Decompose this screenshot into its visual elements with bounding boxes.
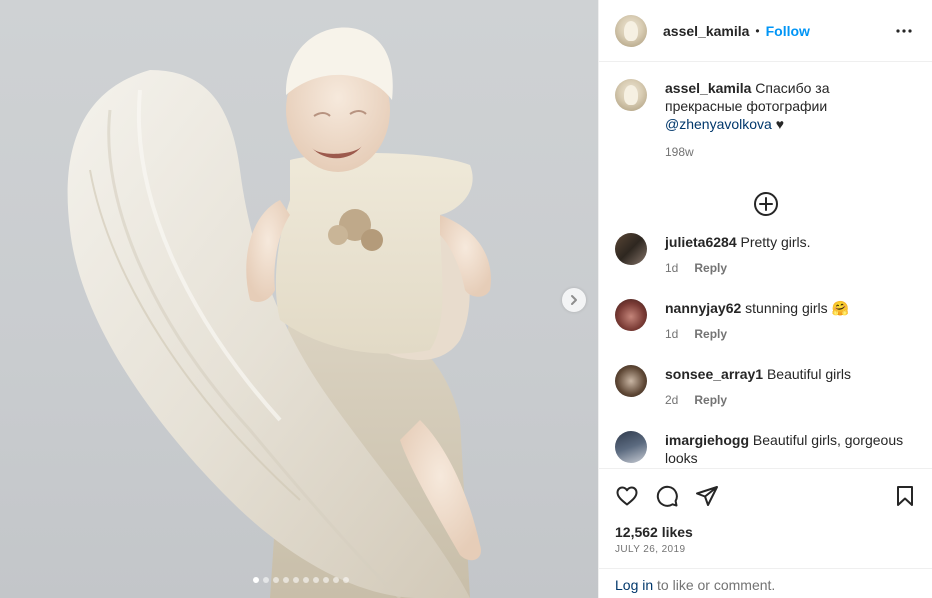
carousel-dot [333, 577, 339, 583]
login-prompt: Log in to like or comment. [599, 568, 932, 598]
carousel-dot [283, 577, 289, 583]
comment-text-block: sonsee_array1 Beautiful girls 2d Reply [665, 365, 921, 409]
author-avatar[interactable] [615, 14, 647, 47]
heart-icon [616, 486, 638, 505]
comment-item: julieta6284 Pretty girls. 1d Reply [599, 233, 932, 277]
comment-text: Beautiful girls [766, 366, 852, 382]
comment-text-block: nannyjay62 stunning girls 🤗 1d Reply [665, 299, 921, 343]
comment-avatar[interactable] [615, 365, 647, 397]
caption-age[interactable]: 198w [665, 143, 694, 161]
carousel-dot [293, 577, 299, 583]
more-horizontal-icon [896, 28, 912, 33]
post-actions-bar [599, 468, 932, 522]
comment-age[interactable]: 2d [665, 391, 678, 409]
comment-age[interactable]: 1d [665, 325, 678, 343]
follow-button[interactable]: Follow [766, 23, 810, 39]
carousel-dot [303, 577, 309, 583]
comment-button[interactable] [655, 484, 679, 508]
carousel-dot [313, 577, 319, 583]
post-caption: assel_kamila Спасибо за прекрасные фотог… [599, 63, 932, 161]
comment-avatar[interactable] [615, 431, 647, 463]
comment-avatar[interactable] [615, 233, 647, 265]
comment-username[interactable]: imargiehogg [665, 432, 749, 448]
post-date[interactable]: JULY 26, 2019 [615, 544, 685, 555]
caption-text-block: assel_kamila Спасибо за прекрасные фотог… [665, 79, 905, 161]
chevron-right-icon [571, 295, 577, 305]
comment-avatar[interactable] [615, 299, 647, 331]
post-side-panel: assel_kamila • Follow assel_kamila Спаси… [598, 0, 932, 598]
comment-username[interactable]: nannyjay62 [665, 300, 741, 316]
comment-icon [656, 485, 678, 507]
caption-mention[interactable]: @zhenyavolkova [665, 116, 772, 132]
comment-item: sonsee_array1 Beautiful girls 2d Reply [599, 365, 932, 409]
comment-item: imargiehogg Beautiful girls, gorgeous lo… [599, 431, 932, 467]
comment-username[interactable]: julieta6284 [665, 234, 737, 250]
carousel-dot [253, 577, 259, 583]
reply-button[interactable]: Reply [694, 391, 727, 409]
caption-username[interactable]: assel_kamila [665, 80, 751, 96]
post-media[interactable] [0, 0, 598, 598]
comment-item: nannyjay62 stunning girls 🤗 1d Reply [599, 299, 932, 343]
save-button[interactable] [893, 484, 917, 508]
comment-text-block: julieta6284 Pretty girls. 1d Reply [665, 233, 921, 277]
header-separator: • [755, 23, 760, 38]
login-prompt-text: to like or comment. [653, 577, 776, 593]
comments-list[interactable]: assel_kamila Спасибо за прекрасные фотог… [599, 63, 932, 468]
caption-heart: ♥ [771, 116, 785, 132]
reply-button[interactable]: Reply [694, 259, 727, 277]
like-button[interactable] [615, 484, 639, 508]
post-header: assel_kamila • Follow [599, 0, 932, 62]
caption-avatar[interactable] [615, 79, 647, 111]
carousel-dot [263, 577, 269, 583]
comment-username[interactable]: sonsee_array1 [665, 366, 763, 382]
share-button[interactable] [695, 484, 719, 508]
author-username[interactable]: assel_kamila [663, 23, 749, 39]
comment-text-block: imargiehogg Beautiful girls, gorgeous lo… [665, 431, 921, 467]
carousel-indicator [0, 577, 598, 583]
carousel-dot [273, 577, 279, 583]
likes-count[interactable]: 12,562 likes [615, 524, 693, 540]
login-link[interactable]: Log in [615, 577, 653, 593]
comment-text: Pretty girls. [740, 234, 811, 250]
comment-text: stunning girls 🤗 [745, 300, 849, 316]
carousel-dot [343, 577, 349, 583]
reply-button[interactable]: Reply [694, 325, 727, 343]
comment-age[interactable]: 1d [665, 259, 678, 277]
next-slide-button[interactable] [562, 288, 586, 312]
load-more-comments-button[interactable] [599, 191, 932, 217]
post-photo [67, 27, 491, 598]
carousel-dot [323, 577, 329, 583]
more-options-button[interactable] [892, 19, 916, 43]
plus-circle-icon [754, 192, 778, 216]
bookmark-icon [897, 485, 913, 506]
share-icon [696, 485, 718, 506]
